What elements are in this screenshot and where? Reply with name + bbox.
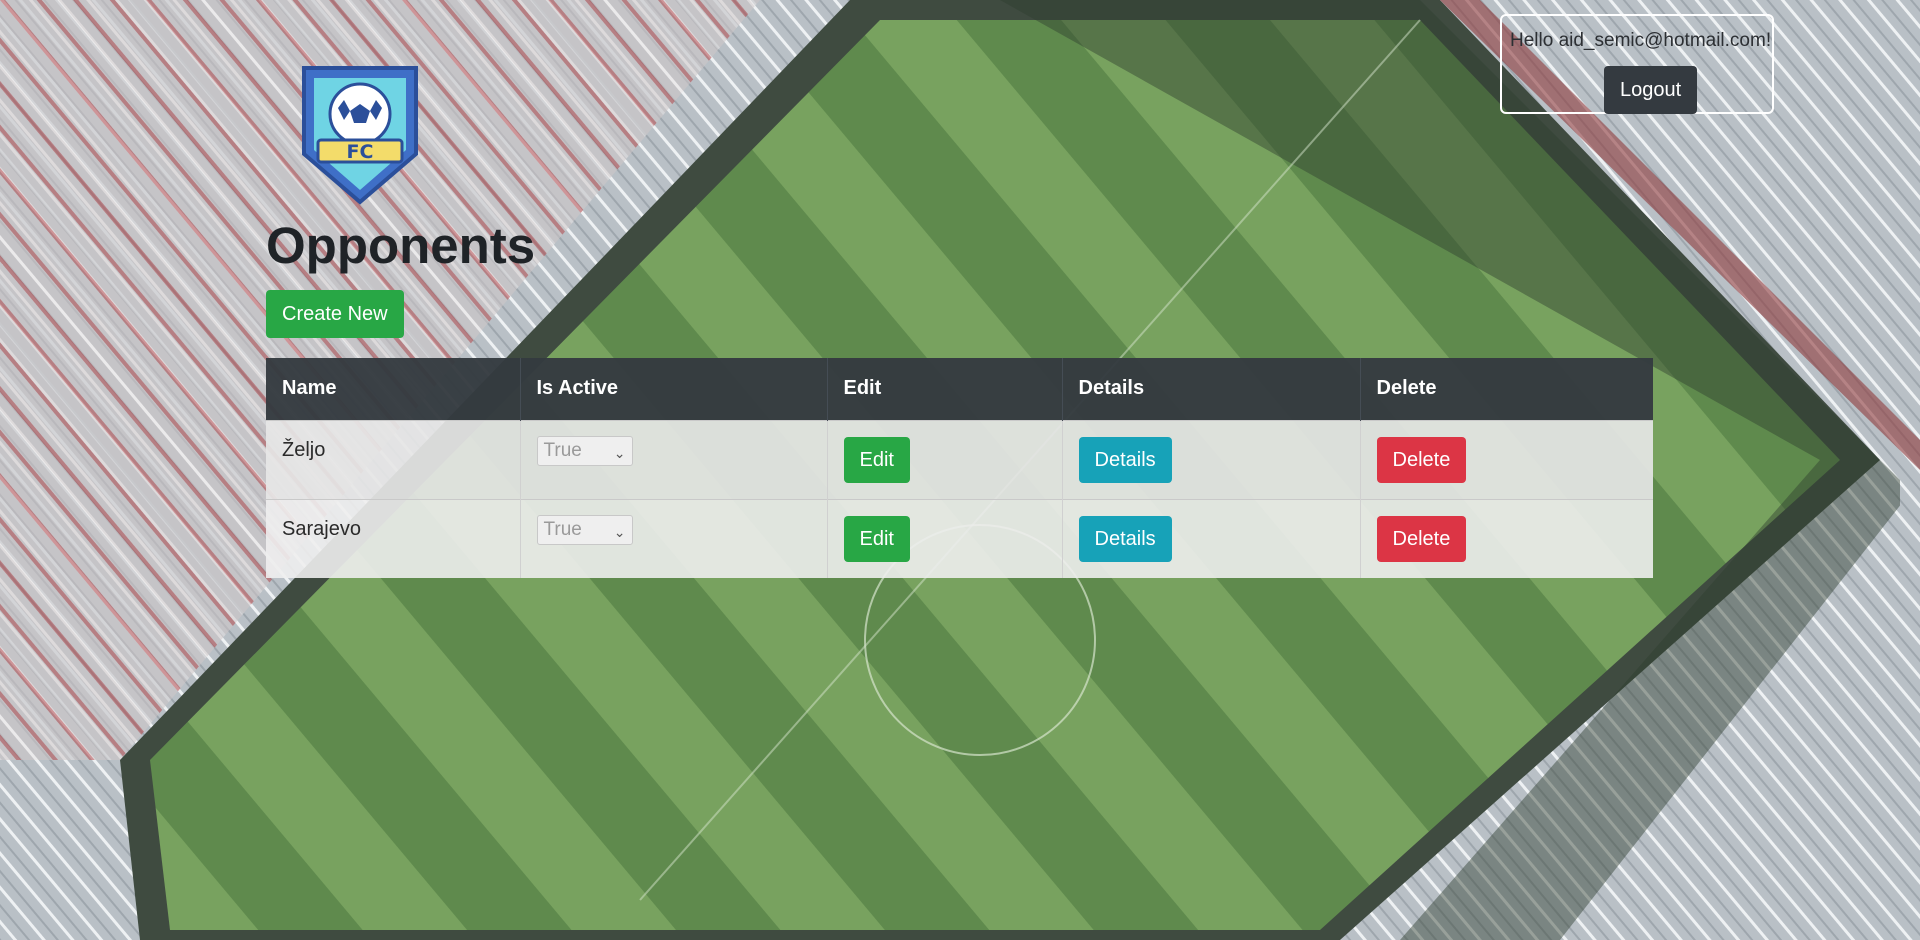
column-header-delete: Delete — [1360, 358, 1653, 420]
is-active-select[interactable]: True ⌄ — [536, 514, 633, 545]
user-greeting: Hello aid_semic@hotmail.com! — [1510, 30, 1770, 51]
column-header-is-active: Is Active — [520, 358, 828, 420]
table-header-row: Name Is Active Edit Details Delete — [266, 358, 1653, 420]
edit-button[interactable]: Edit — [843, 436, 910, 483]
details-button[interactable]: Details — [1078, 515, 1172, 562]
table-row: Sarajevo True ⌄ Edit Details Delete — [266, 498, 1653, 578]
column-header-edit: Edit — [827, 358, 1063, 420]
logout-button[interactable]: Logout — [1604, 66, 1698, 114]
svg-text:FC: FC — [347, 141, 374, 163]
is-active-value: True — [543, 518, 582, 540]
account-panel: Hello aid_semic@hotmail.com! Logout — [1500, 14, 1774, 114]
opponent-name: Željo — [266, 419, 521, 499]
is-active-cell: True ⌄ — [520, 419, 828, 499]
delete-cell: Delete — [1360, 419, 1653, 499]
delete-cell: Delete — [1360, 498, 1653, 578]
is-active-value: True — [543, 439, 582, 461]
table-row: Željo True ⌄ Edit Details Delete — [266, 419, 1653, 499]
delete-button[interactable]: Delete — [1376, 436, 1467, 483]
details-button[interactable]: Details — [1078, 436, 1172, 483]
details-cell: Details — [1062, 498, 1361, 578]
chevron-down-icon: ⌄ — [613, 444, 626, 461]
edit-cell: Edit — [827, 419, 1063, 499]
football-shield-icon: FC — [302, 66, 418, 205]
edit-cell: Edit — [827, 498, 1063, 578]
opponent-name: Sarajevo — [266, 498, 521, 578]
details-cell: Details — [1062, 419, 1361, 499]
column-header-details: Details — [1062, 358, 1361, 420]
is-active-cell: True ⌄ — [520, 498, 828, 578]
edit-button[interactable]: Edit — [843, 515, 910, 562]
club-logo: FC — [298, 62, 422, 206]
create-new-button[interactable]: Create New — [266, 290, 404, 338]
opponents-table: Name Is Active Edit Details Delete Željo… — [266, 358, 1653, 578]
page: FC Opponents Create New Hello aid_semic@… — [0, 0, 1920, 940]
column-header-name: Name — [266, 358, 521, 420]
chevron-down-icon: ⌄ — [613, 523, 626, 540]
page-title: Opponents — [266, 217, 536, 274]
delete-button[interactable]: Delete — [1376, 515, 1467, 562]
is-active-select[interactable]: True ⌄ — [536, 435, 633, 466]
